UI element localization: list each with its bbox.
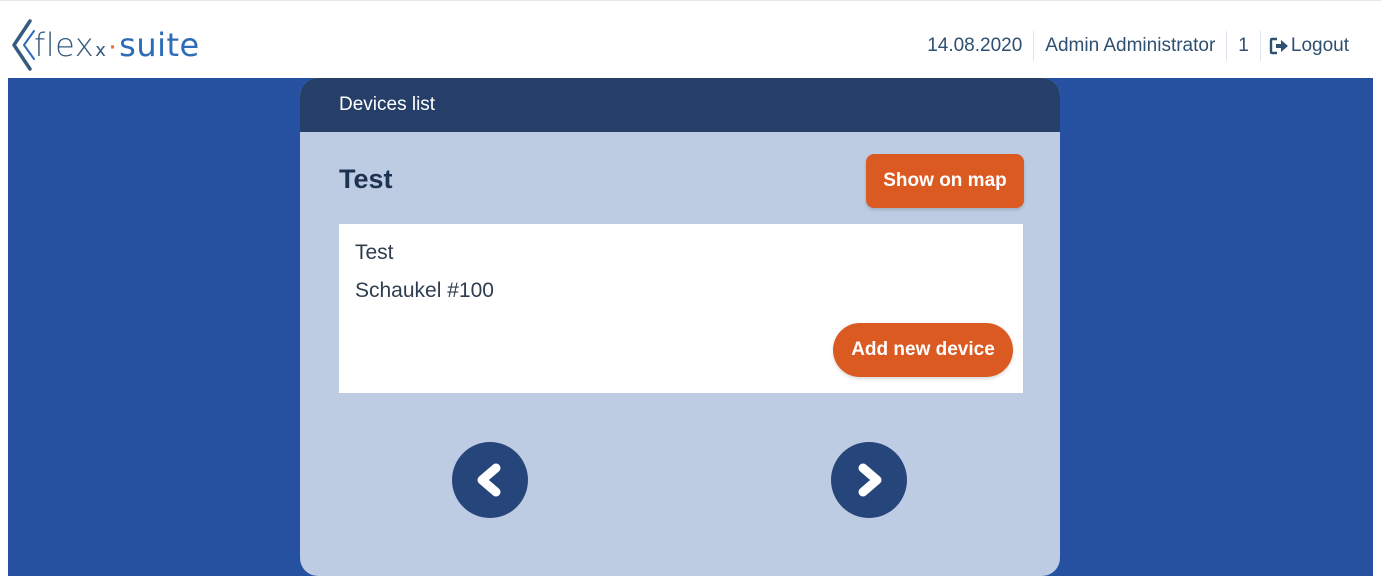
panel-title: Test	[339, 164, 393, 194]
chevron-left-icon	[477, 463, 501, 497]
logo-suite-text: suite	[119, 26, 200, 64]
user-name[interactable]: Admin Administrator	[1034, 35, 1226, 57]
logout-link[interactable]: Logout	[1261, 35, 1349, 57]
next-button[interactable]	[831, 442, 907, 518]
current-date: 14.08.2020	[927, 35, 1023, 56]
logo-x-text: x	[95, 40, 107, 61]
logo-wordmark: flex x · suite	[34, 26, 200, 64]
device-card: Test Schaukel #100 Add new device	[339, 224, 1023, 393]
user-bar: 14.08.2020 Admin Administrator 1 Logout	[916, 31, 1349, 61]
panel-header: Devices list	[300, 78, 1060, 132]
notification-count[interactable]: 1	[1227, 35, 1260, 57]
devices-panel: Devices list Test Show on map Test Schau…	[300, 78, 1060, 576]
show-on-map-button[interactable]: Show on map	[866, 154, 1024, 208]
chevron-right-icon	[858, 463, 882, 497]
device-group-name: Test	[355, 241, 394, 264]
logo-flex-text: flex	[34, 26, 95, 64]
sign-out-icon	[1269, 37, 1288, 55]
logo-dot-text: ·	[108, 33, 118, 63]
logout-label: Logout	[1290, 35, 1349, 56]
top-bar: flex x · suite 14.08.2020 Admin Administ…	[0, 0, 1381, 78]
previous-button[interactable]	[452, 442, 528, 518]
device-name[interactable]: Schaukel #100	[355, 279, 494, 303]
page: flex x · suite 14.08.2020 Admin Administ…	[0, 0, 1381, 576]
flexx-suite-logo[interactable]: flex x · suite	[10, 15, 200, 75]
add-new-device-button[interactable]: Add new device	[833, 323, 1013, 377]
